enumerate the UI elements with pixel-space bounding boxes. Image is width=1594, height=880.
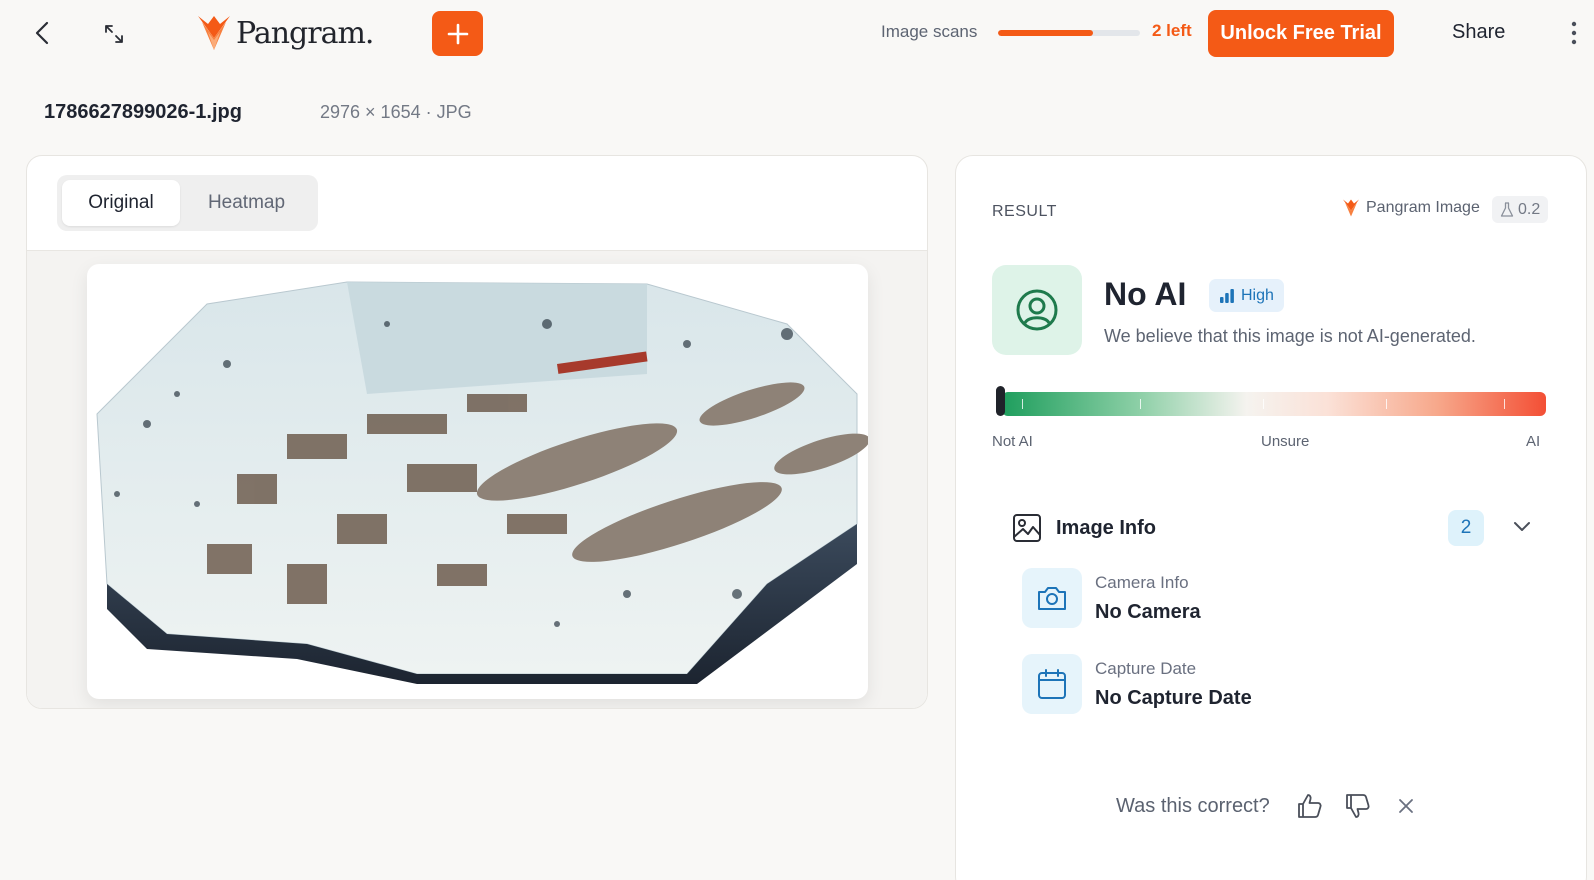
- thumbs-up-button[interactable]: [1296, 792, 1324, 820]
- image-info-title: Image Info: [1056, 516, 1157, 539]
- capture-date-value: No Capture Date: [1095, 687, 1252, 709]
- file-meta: 2976 × 1654 · JPG: [320, 102, 472, 122]
- calendar-icon-tile: [1022, 654, 1082, 714]
- signal-bars-icon: [1220, 288, 1234, 303]
- thumbs-down-button[interactable]: [1344, 792, 1372, 820]
- confidence-label: High: [1241, 286, 1274, 304]
- camera-info-label: Camera Info: [1095, 573, 1189, 592]
- camera-icon-tile: [1022, 568, 1082, 628]
- chevron-down-icon: [1514, 522, 1530, 531]
- expand-icon: [105, 25, 123, 43]
- feedback-question: Was this correct?: [1116, 794, 1270, 817]
- image-scans-label: Image scans: [881, 22, 978, 41]
- camera-icon: [1038, 587, 1066, 610]
- capture-date-row: Capture Date No Capture Date: [1022, 654, 1482, 714]
- tab-heatmap[interactable]: Heatmap: [180, 180, 313, 226]
- image-info-count: 2: [1448, 510, 1484, 546]
- image-info-toggle[interactable]: Image Info 2: [1012, 508, 1532, 548]
- pangram-logo[interactable]: Pangram.: [196, 14, 374, 52]
- back-button[interactable]: [28, 18, 56, 48]
- scale-tick: [1263, 399, 1264, 409]
- share-button[interactable]: Share: [1452, 21, 1505, 44]
- scale-tick: [1140, 399, 1141, 409]
- expand-button[interactable]: [100, 20, 128, 48]
- file-name: 1786627899026-1.jpg: [44, 101, 242, 123]
- more-options-button[interactable]: [1568, 18, 1580, 48]
- more-vertical-icon: [1571, 21, 1577, 45]
- fox-logo-icon: [1343, 199, 1359, 217]
- image-scans-progress-fill: [998, 30, 1094, 36]
- image-viewer-card: Original Heatmap: [26, 155, 928, 709]
- dismiss-feedback-button[interactable]: [1392, 792, 1420, 820]
- new-scan-button[interactable]: [432, 11, 483, 56]
- brand-name: Pangram.: [236, 15, 374, 51]
- scale-label-unsure: Unsure: [1261, 433, 1310, 450]
- model-name: Pangram Image: [1366, 199, 1480, 216]
- result-card: RESULT Pangram Image 0.2 No AI High We b…: [955, 155, 1587, 880]
- model-version: 0.2: [1518, 200, 1541, 218]
- chevron-left-icon: [35, 21, 49, 45]
- thumbs-up-icon: [1297, 794, 1322, 818]
- scans-left-count: 2 left: [1152, 21, 1192, 40]
- confidence-badge: High: [1209, 279, 1284, 312]
- scale-label-ai: AI: [1526, 433, 1541, 450]
- scanned-image: [87, 264, 868, 699]
- result-section-label: RESULT: [992, 203, 1057, 220]
- verdict-description: We believe that this image is not AI-gen…: [1104, 326, 1476, 346]
- image-icon: [1013, 514, 1041, 542]
- camera-info-row: Camera Info No Camera: [1022, 568, 1482, 628]
- scanned-image-illustration: [96, 281, 868, 684]
- thumbs-down-icon: [1345, 794, 1370, 818]
- view-tabs: Original Heatmap: [57, 175, 318, 231]
- ai-likelihood-scale: [1002, 392, 1546, 416]
- scale-tick: [1504, 399, 1505, 409]
- feedback-bar: Was this correct?: [1116, 792, 1440, 820]
- capture-date-label: Capture Date: [1095, 659, 1197, 678]
- calendar-icon: [1038, 669, 1066, 699]
- user-circle-icon: [1016, 289, 1058, 331]
- flask-icon: [1500, 201, 1514, 217]
- image-preview-area: [27, 250, 927, 708]
- scale-tick: [1022, 399, 1023, 409]
- verdict-title: No AI: [1104, 276, 1187, 312]
- plus-icon: [447, 23, 468, 44]
- verdict-icon-tile: [992, 265, 1082, 355]
- image-scans-progress: [998, 30, 1140, 36]
- close-icon: [1398, 799, 1413, 813]
- scale-label-not-ai: Not AI: [992, 433, 1033, 450]
- model-version-chip: 0.2: [1492, 196, 1549, 223]
- fox-logo-icon: [198, 16, 230, 50]
- model-chip: Pangram Image: [1342, 198, 1480, 218]
- camera-info-value: No Camera: [1095, 601, 1201, 623]
- tab-original[interactable]: Original: [62, 180, 180, 226]
- scale-tick: [1386, 399, 1387, 409]
- unlock-free-trial-button[interactable]: Unlock Free Trial: [1208, 10, 1394, 57]
- scale-marker: [996, 386, 1005, 416]
